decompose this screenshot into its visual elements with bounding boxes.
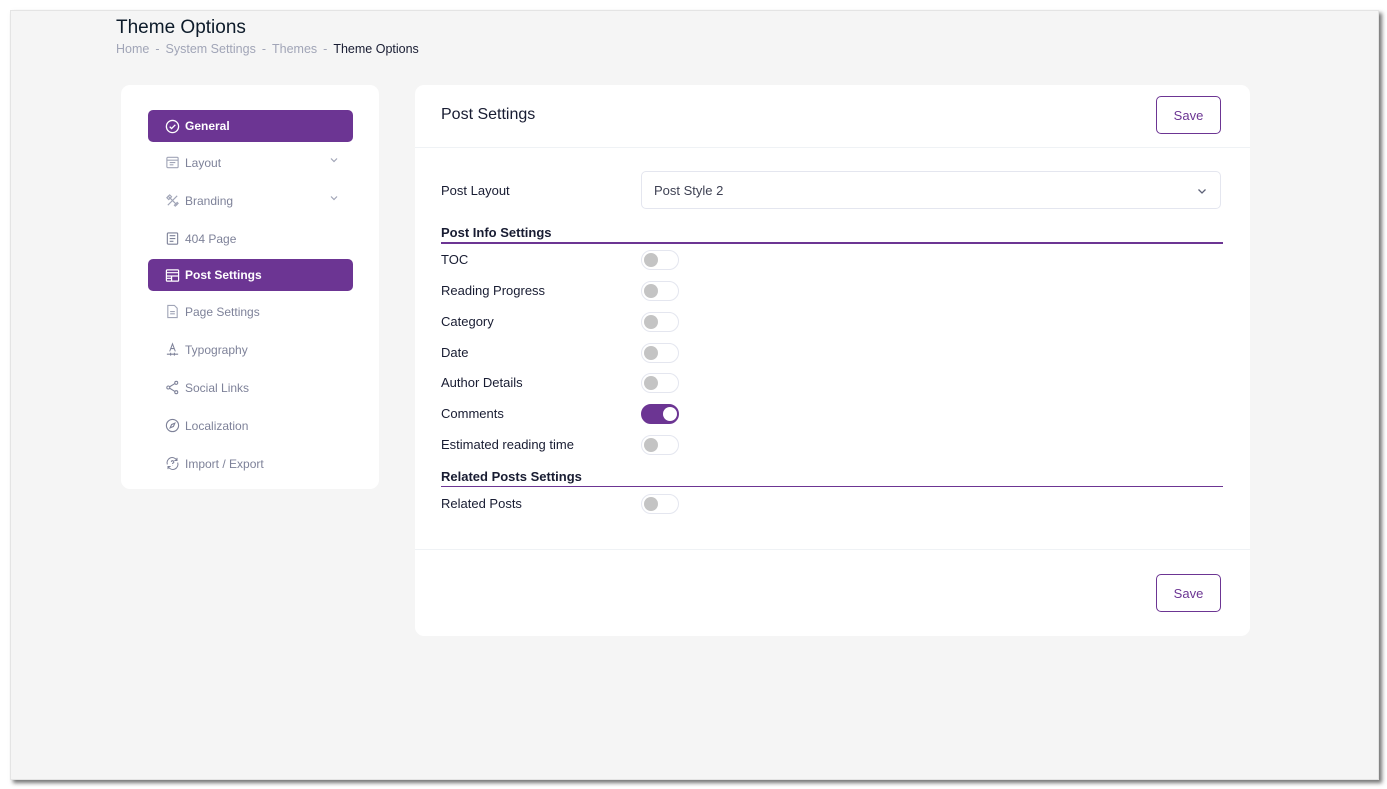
breadcrumb-separator: - — [261, 42, 267, 56]
reading-progress-toggle[interactable] — [641, 281, 679, 301]
sidebar-item-layout[interactable]: Layout — [148, 145, 353, 180]
sidebar-item-typography[interactable]: Typography — [148, 332, 353, 367]
toggle-knob — [663, 407, 677, 421]
sidebar-item-label: Page Settings — [185, 304, 260, 319]
post-layout-label: Post Layout — [441, 182, 510, 198]
breadcrumb-home[interactable]: Home — [116, 42, 149, 56]
toggle-knob — [644, 346, 658, 360]
save-button-bottom[interactable]: Save — [1156, 574, 1221, 612]
typography-icon — [164, 342, 180, 358]
category-toggle[interactable] — [641, 312, 679, 332]
author-details-toggle[interactable] — [641, 373, 679, 393]
sidebar-item-localization[interactable]: Localization — [148, 408, 353, 443]
toggle-label: Comments — [441, 405, 504, 421]
related-posts-section-heading: Related Posts Settings — [441, 469, 1223, 487]
chevron-down-icon — [330, 158, 338, 163]
compass-icon — [164, 418, 180, 434]
toggle-label: Related Posts — [441, 495, 522, 511]
breadcrumb-current: Theme Options — [333, 42, 419, 56]
sidebar-item-branding[interactable]: Branding — [148, 183, 353, 218]
comments-toggle[interactable] — [641, 404, 679, 424]
sidebar-item-page-settings[interactable]: Page Settings — [148, 294, 353, 329]
breadcrumb-themes[interactable]: Themes — [272, 42, 317, 56]
import-export-icon — [164, 456, 180, 472]
toggle-knob — [644, 497, 658, 511]
toggle-knob — [644, 315, 658, 329]
sidebar-nav: General Layout Branding 404 Page Post Se… — [148, 110, 353, 484]
toggle-label: Date — [441, 344, 469, 360]
toggle-row-toc: TOC — [441, 245, 1223, 273]
related-posts-toggle[interactable] — [641, 494, 679, 514]
toggle-row-category: Category — [441, 307, 1223, 335]
sidebar-item-label: 404 Page — [185, 231, 237, 246]
toggle-label: TOC — [441, 251, 469, 267]
layout-icon — [164, 155, 180, 171]
toggle-row-author-details: Author Details — [441, 368, 1223, 396]
sidebar-item-social-links[interactable]: Social Links — [148, 370, 353, 405]
sidebar-item-label: Localization — [185, 418, 249, 433]
sidebar-item-label: Social Links — [185, 380, 250, 395]
sidebar-item-general[interactable]: General — [148, 110, 353, 142]
file-icon — [164, 304, 180, 320]
sidebar-item-label: General — [185, 119, 230, 133]
toggle-row-comments: Comments — [441, 399, 1223, 427]
panel-title: Post Settings — [441, 106, 536, 123]
sidebar: General Layout Branding 404 Page Post Se… — [121, 85, 379, 489]
toggle-label: Reading Progress — [441, 282, 546, 298]
share-icon — [164, 380, 180, 396]
breadcrumb-separator: - — [323, 42, 328, 56]
chevron-down-icon — [330, 196, 338, 201]
app-window: Theme Options Home - System Settings - T… — [10, 10, 1379, 780]
page-title: Theme Options — [116, 17, 246, 38]
sidebar-item-label: Branding — [185, 193, 234, 208]
chevron-down-icon — [1198, 189, 1206, 194]
post-settings-panel: Post Settings Save Post Layout Post Styl… — [415, 85, 1250, 636]
breadcrumb: Home - System Settings - Themes - Theme … — [116, 42, 419, 56]
toggle-knob — [644, 376, 658, 390]
branding-tools-icon — [164, 193, 180, 209]
toggle-knob — [644, 284, 658, 298]
post-layout-value: Post Style 2 — [654, 182, 724, 198]
toggle-label: Category — [441, 313, 494, 329]
sidebar-item-label: Typography — [185, 342, 248, 357]
toggle-row-related-posts: Related Posts — [441, 489, 1223, 517]
sidebar-item-label: Post Settings — [185, 268, 262, 282]
post-info-section-heading: Post Info Settings — [441, 225, 1223, 244]
toggle-row-date: Date — [441, 338, 1223, 366]
sidebar-item-import-export[interactable]: Import / Export — [148, 446, 353, 481]
panel-header: Post Settings Save — [415, 85, 1250, 148]
toggle-row-reading-progress: Reading Progress — [441, 276, 1223, 304]
toggle-knob — [644, 438, 658, 452]
toggle-label: Author Details — [441, 374, 523, 390]
post-layout-icon — [164, 267, 180, 283]
footer-divider — [415, 549, 1250, 550]
sidebar-item-label: Layout — [185, 155, 222, 170]
toggle-label: Estimated reading time — [441, 436, 574, 452]
breadcrumb-separator: - — [155, 42, 160, 56]
post-layout-select[interactable]: Post Style 2 — [641, 171, 1221, 209]
toggle-knob — [644, 253, 658, 267]
document-icon — [164, 231, 180, 247]
toggle-row-estimated-reading-time: Estimated reading time — [441, 430, 1223, 458]
sidebar-item-404-page[interactable]: 404 Page — [148, 221, 353, 256]
estimated-reading-time-toggle[interactable] — [641, 435, 679, 455]
sidebar-item-label: Import / Export — [185, 456, 264, 471]
save-button-top[interactable]: Save — [1156, 96, 1221, 134]
sidebar-item-post-settings[interactable]: Post Settings — [148, 259, 353, 291]
date-toggle[interactable] — [641, 343, 679, 363]
toc-toggle[interactable] — [641, 250, 679, 270]
breadcrumb-system-settings[interactable]: System Settings — [166, 42, 256, 56]
check-circle-icon — [164, 118, 180, 134]
